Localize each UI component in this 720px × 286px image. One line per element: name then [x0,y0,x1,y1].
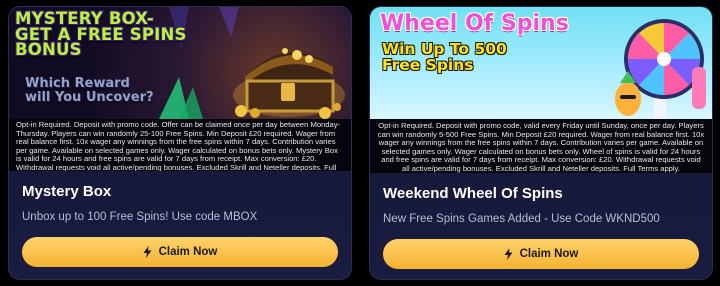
subline-line: will You Uncover? [25,89,154,105]
claim-now-button[interactable]: Claim Now [22,237,338,267]
promo-card-mystery-box: Mystery Box- Get A Free Spins Bonus Whic… [8,6,352,280]
subline-line: Free Spins [382,56,474,75]
terms-text: Opt-in Required. Deposit with promo code… [9,119,351,180]
card-body: Weekend Wheel Of Spins New Free Spins Ga… [370,173,712,279]
treasure-chest-illustration [233,48,345,119]
card-body: Mystery Box Unbox up to 100 Free Spins! … [9,171,351,279]
subline-line: Which Reward [25,76,130,91]
lightning-bolt-icon [504,248,513,260]
prize-wheel-illustration [615,19,706,119]
card-title: Mystery Box [22,183,112,200]
promo-banner-mystery-box: Mystery Box- Get A Free Spins Bonus Whic… [9,7,351,119]
claim-now-label: Claim Now [158,246,218,258]
terms-text: Opt-in Required. Deposit with promo code… [370,119,712,177]
mystery-subline: Which Reward will You Uncover? [25,77,154,104]
claim-now-label: Claim Now [519,248,579,260]
headline-line: Bonus [15,40,82,60]
lightning-bolt-icon [143,246,152,258]
wheel-subline: Win Up To 500 Free Spins [382,41,507,74]
subline-line: Win Up To 500 [382,40,507,58]
card-description: New Free Spins Games Added - Use Code WK… [383,213,660,225]
card-description: Unbox up to 100 Free Spins! Use code MBO… [22,211,258,223]
claim-now-button[interactable]: Claim Now [383,239,699,269]
promo-card-wheel-of-spins: Wheel Of Spins Win Up To 500 Free Spins … [369,6,713,280]
promo-banner-wheel-of-spins: Wheel Of Spins Win Up To 500 Free Spins [370,7,712,119]
card-title: Weekend Wheel Of Spins [383,185,563,202]
mystery-headline: Mystery Box- Get A Free Spins Bonus [15,10,187,60]
wheel-headline: Wheel Of Spins [380,11,569,36]
